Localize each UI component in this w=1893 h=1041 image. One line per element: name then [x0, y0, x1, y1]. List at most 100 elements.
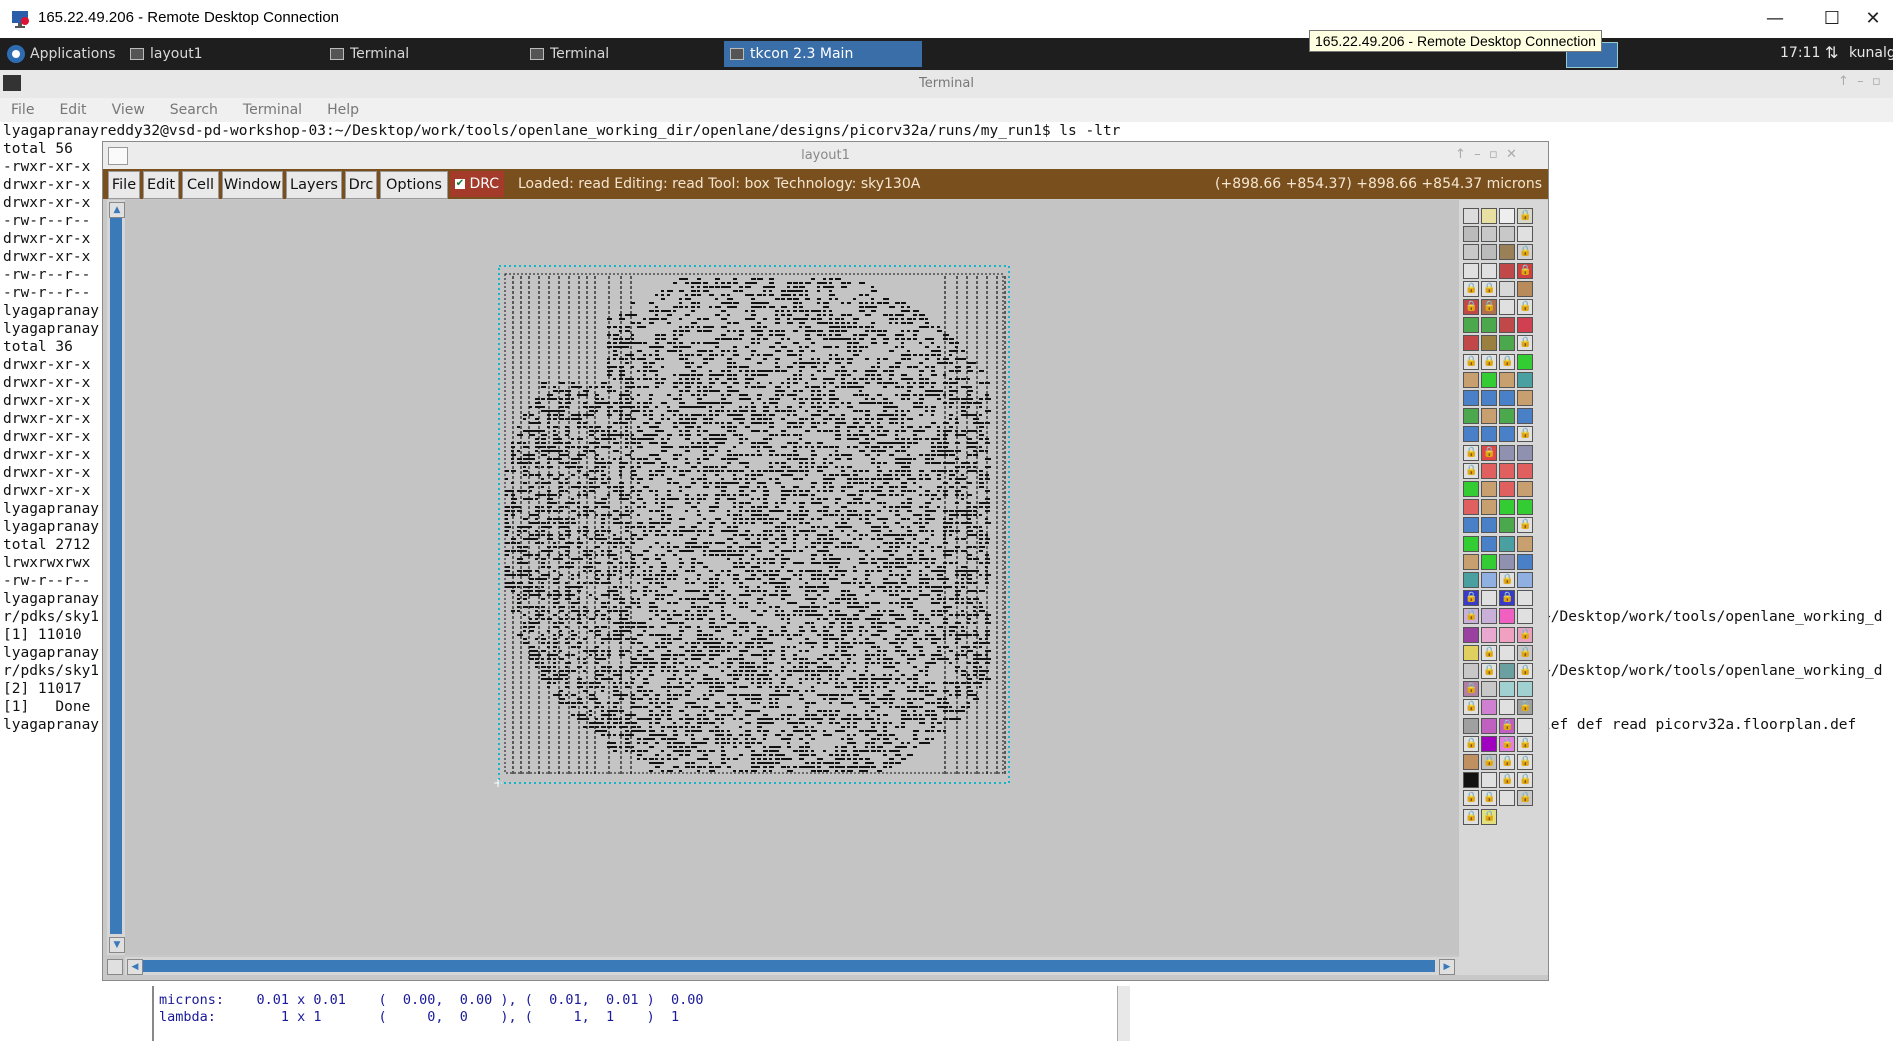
layer-swatch[interactable]: [1517, 280, 1533, 297]
layer-swatch[interactable]: [1517, 408, 1533, 425]
layer-swatch-locked[interactable]: 🔒: [1499, 572, 1515, 588]
applications-menu[interactable]: Applications: [4, 41, 122, 67]
layer-swatch[interactable]: [1499, 299, 1515, 315]
layer-swatch[interactable]: [1517, 353, 1533, 370]
layer-swatch-locked[interactable]: 🔒: [1463, 299, 1479, 315]
layer-swatch-locked[interactable]: 🔒: [1481, 299, 1497, 315]
layer-swatch[interactable]: [1481, 517, 1497, 534]
layer-swatch[interactable]: [1517, 317, 1533, 334]
layer-swatch[interactable]: [1463, 408, 1479, 425]
layer-swatch-locked[interactable]: 🔒: [1517, 208, 1533, 224]
layer-swatch[interactable]: [1463, 535, 1479, 552]
terminal-menu-help[interactable]: Help: [327, 98, 359, 122]
layer-swatch[interactable]: [1463, 426, 1479, 443]
layer-swatch[interactable]: [1463, 335, 1479, 352]
rdp-close-button[interactable]: ✕: [1853, 6, 1893, 32]
layer-swatch[interactable]: [1463, 371, 1479, 388]
layer-swatch[interactable]: [1481, 462, 1497, 479]
layer-swatch[interactable]: [1499, 390, 1515, 406]
layer-swatch-locked[interactable]: 🔒: [1517, 335, 1533, 352]
layer-swatch-locked[interactable]: 🔒: [1499, 590, 1515, 607]
layer-swatch-locked[interactable]: 🔒: [1517, 426, 1533, 443]
layer-swatch[interactable]: [1517, 535, 1533, 552]
layer-swatch[interactable]: [1481, 226, 1497, 243]
layer-swatch[interactable]: [1517, 553, 1533, 570]
layer-swatch[interactable]: [1463, 572, 1479, 588]
layer-swatch[interactable]: [1463, 663, 1479, 679]
layer-swatch[interactable]: [1481, 408, 1497, 425]
layer-swatch-locked[interactable]: 🔒: [1463, 681, 1479, 698]
horizontal-scrollbar[interactable]: ◀ ▶: [107, 957, 1459, 975]
layer-swatch[interactable]: [1517, 590, 1533, 607]
layer-swatch-locked[interactable]: 🔒: [1463, 353, 1479, 370]
layer-swatch[interactable]: [1499, 208, 1515, 224]
layer-swatch[interactable]: [1517, 481, 1533, 497]
vertical-scrollbar[interactable]: ▲ ▼: [107, 200, 125, 955]
zoom-box-icon[interactable]: [107, 959, 123, 975]
rdp-minimize-button[interactable]: —: [1755, 6, 1795, 32]
menu-edit[interactable]: Edit: [143, 171, 179, 199]
layer-swatch[interactable]: [1481, 481, 1497, 497]
layer-swatch[interactable]: [1499, 426, 1515, 443]
terminal-menu-search[interactable]: Search: [170, 98, 218, 122]
layer-swatch[interactable]: [1517, 499, 1533, 516]
layer-swatch[interactable]: [1499, 626, 1515, 643]
layer-swatch[interactable]: [1517, 608, 1533, 625]
layer-swatch[interactable]: [1481, 317, 1497, 334]
layer-swatch[interactable]: [1499, 553, 1515, 570]
layer-swatch-locked[interactable]: 🔒: [1463, 280, 1479, 297]
layer-swatch[interactable]: [1481, 535, 1497, 552]
layer-swatch[interactable]: [1499, 663, 1515, 679]
layer-swatch[interactable]: [1463, 244, 1479, 261]
menu-file[interactable]: File: [108, 171, 140, 199]
layer-swatch[interactable]: [1481, 608, 1497, 625]
task-tkcon[interactable]: tkcon 2.3 Main: [724, 41, 922, 67]
layer-swatch[interactable]: [1499, 644, 1515, 661]
layer-swatch-locked[interactable]: 🔒: [1481, 644, 1497, 661]
layer-swatch[interactable]: [1481, 244, 1497, 261]
layer-swatch[interactable]: [1463, 208, 1479, 224]
layer-swatch[interactable]: [1499, 499, 1515, 516]
layer-swatch[interactable]: [1499, 517, 1515, 534]
terminal-menu-file[interactable]: File: [11, 98, 34, 122]
menu-drc[interactable]: Drc: [345, 171, 377, 199]
rdp-maximize-button[interactable]: ☐: [1812, 6, 1852, 32]
horizontal-scroll-thumb[interactable]: [143, 960, 1435, 972]
layer-swatch[interactable]: [1481, 553, 1497, 570]
layer-swatch[interactable]: [1463, 226, 1479, 243]
layer-swatch-locked[interactable]: 🔒: [1517, 244, 1533, 261]
scroll-right-icon[interactable]: ▶: [1439, 959, 1455, 975]
drc-toggle[interactable]: ✔ DRC: [450, 171, 505, 197]
task-terminal-1[interactable]: Terminal: [324, 41, 516, 67]
layer-swatch[interactable]: [1481, 390, 1497, 406]
layer-swatch[interactable]: [1481, 572, 1497, 588]
layer-swatch-locked[interactable]: 🔒: [1463, 444, 1479, 461]
layer-swatch-locked[interactable]: 🔒: [1463, 590, 1479, 607]
layer-swatch[interactable]: [1481, 208, 1497, 224]
layer-swatch[interactable]: [1517, 444, 1533, 461]
layer-swatch-locked[interactable]: 🔒: [1517, 517, 1533, 534]
layer-swatch-locked[interactable]: 🔒: [1499, 353, 1515, 370]
layer-swatch[interactable]: [1499, 535, 1515, 552]
layer-swatch[interactable]: [1463, 644, 1479, 661]
layer-swatch[interactable]: [1499, 444, 1515, 461]
layer-swatch-locked[interactable]: 🔒: [1481, 444, 1497, 461]
layer-swatch-locked[interactable]: 🔒: [1463, 608, 1479, 625]
terminal-menu-edit[interactable]: Edit: [59, 98, 86, 122]
layer-swatch[interactable]: [1499, 335, 1515, 352]
terminal-window-controls[interactable]: ↑ – ▫: [1838, 74, 1881, 89]
layer-swatch[interactable]: [1499, 608, 1515, 625]
layer-swatch[interactable]: [1517, 390, 1533, 406]
layer-swatch[interactable]: [1517, 572, 1533, 588]
layer-swatch[interactable]: [1481, 499, 1497, 516]
layer-swatch-locked[interactable]: 🔒: [1517, 262, 1533, 279]
layer-swatch[interactable]: [1499, 262, 1515, 279]
layer-swatch-locked[interactable]: 🔒: [1481, 663, 1497, 679]
layer-swatch[interactable]: [1499, 280, 1515, 297]
layer-swatch[interactable]: [1481, 590, 1497, 607]
layer-swatch[interactable]: [1481, 426, 1497, 443]
layer-swatch[interactable]: [1463, 481, 1479, 497]
menu-layers[interactable]: Layers: [286, 171, 342, 199]
network-icon[interactable]: ⇅: [1825, 43, 1838, 62]
layer-swatch[interactable]: [1499, 371, 1515, 388]
